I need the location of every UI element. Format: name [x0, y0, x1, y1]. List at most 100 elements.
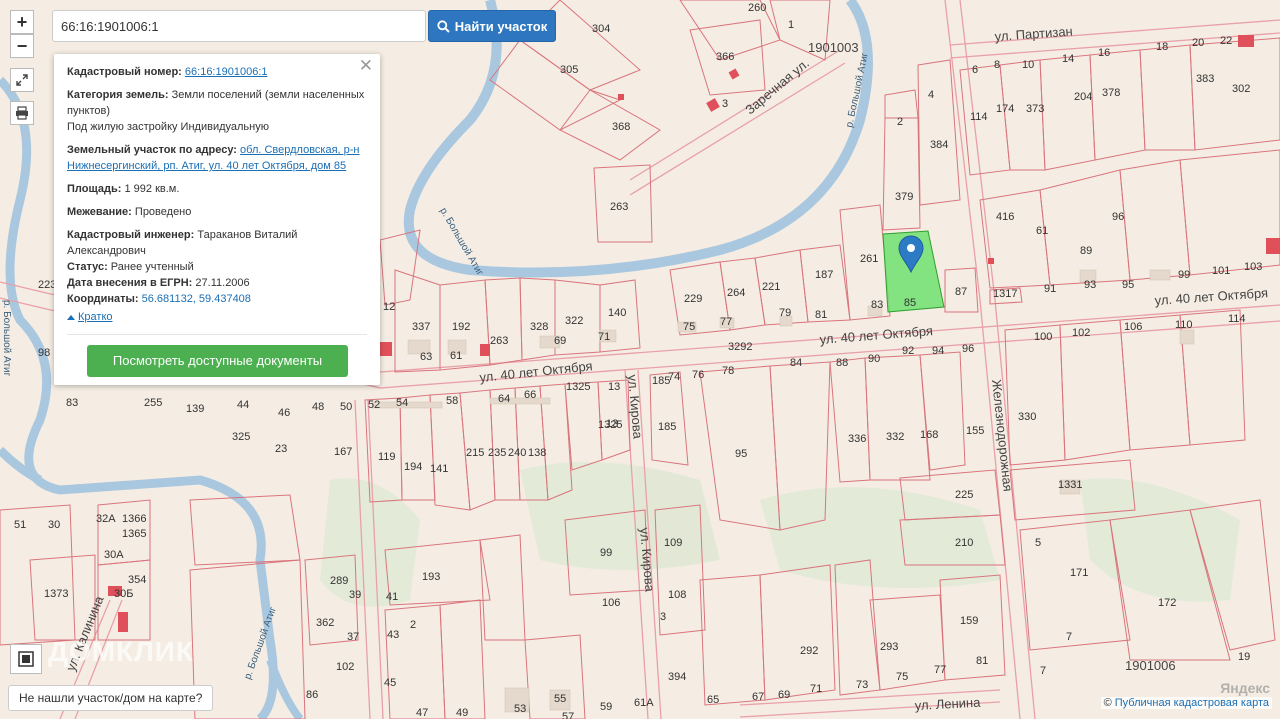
parcel-number: 46 [278, 407, 290, 419]
parcel-number: 167 [334, 446, 352, 458]
print-button[interactable] [10, 101, 34, 125]
parcel-number: 77 [934, 664, 946, 676]
parcel-number: 229 [684, 293, 702, 305]
parcel-number: 83 [66, 397, 78, 409]
parcel-number: 221 [762, 281, 780, 293]
parcel-number: 13 [608, 381, 620, 393]
parcel-number: 368 [612, 121, 630, 133]
parcel-number: 52 [368, 399, 380, 411]
cadastral-number-link[interactable]: 66:16:1901006:1 [185, 66, 268, 78]
parcel-number: 1325 [566, 381, 590, 393]
parcel-number: 47 [416, 707, 428, 719]
parcel-number: 74 [668, 371, 680, 383]
parcel-number: 89 [1080, 245, 1092, 257]
search-input[interactable] [52, 10, 426, 42]
copyright: © Публичная кадастровая карта [1100, 697, 1272, 709]
parcel-number: 91 [1044, 283, 1056, 295]
parcel-number: 87 [955, 286, 967, 298]
parcel-number: 75 [683, 321, 695, 333]
parcel-number: 63 [420, 351, 432, 363]
parcel-number: 332 [886, 431, 904, 443]
fullscreen-button[interactable] [10, 68, 34, 92]
parcel-number: 7 [1040, 665, 1046, 677]
parcel-number: 187 [815, 269, 833, 281]
parcel-number: 95 [1122, 279, 1134, 291]
parcel-number: 54 [396, 397, 408, 409]
parcel-number: 3 [660, 611, 666, 623]
parcel-number: 185 [658, 421, 676, 433]
parcel-number: 78 [722, 365, 734, 377]
parcel-number: 8 [994, 59, 1000, 71]
land-category-label: Категория земель: [67, 89, 169, 101]
parcel-number: 30 [48, 519, 60, 531]
parcel-number: 2 [897, 116, 903, 128]
parcel-number: 84 [790, 357, 802, 369]
expand-icon [16, 74, 28, 86]
parcel-number: 106 [602, 597, 620, 609]
parcel-number: 322 [565, 315, 583, 327]
parcel-number: 18 [1156, 41, 1168, 53]
parcel-number: 61 [450, 350, 462, 362]
parcel-number: 383 [1196, 73, 1214, 85]
zoom-out-button[interactable]: − [10, 34, 34, 58]
coordinates-value: 56.681132, 59.437408 [141, 293, 251, 305]
parcel-number: 325 [232, 431, 250, 443]
parcel-number: 61 [1036, 225, 1048, 237]
find-parcel-label: Найти участок [454, 18, 548, 34]
cadastral-map-link[interactable]: Публичная кадастровая карта [1115, 697, 1269, 709]
parcel-number: 3292 [728, 341, 752, 353]
parcel-number: 99 [1178, 269, 1190, 281]
parcel-number: 235 [488, 447, 506, 459]
parcel-number: 1317 [993, 288, 1017, 300]
parcel-number: 354 [128, 574, 146, 586]
parcel-number: 240 [508, 447, 526, 459]
parcel-number: 39 [349, 589, 361, 601]
parcel-number: 69 [778, 689, 790, 701]
parcel-number: 225 [955, 489, 973, 501]
parcel-number: 75 [896, 671, 908, 683]
find-parcel-button[interactable]: Найти участок [428, 10, 556, 42]
parcel-number: 114 [1228, 313, 1246, 325]
collapse-link[interactable]: Кратко [67, 309, 113, 325]
parcel-number: 102 [1072, 327, 1090, 339]
zoom-in-button[interactable]: + [10, 10, 34, 34]
parcel-number: 58 [446, 395, 458, 407]
parcel-number: 92 [902, 345, 914, 357]
close-icon[interactable]: ✕ [359, 57, 373, 74]
parcel-number: 53 [514, 703, 526, 715]
parcel-number: 59 [600, 701, 612, 713]
parcel-number: 55 [554, 693, 566, 705]
parcel-number: 1 [788, 19, 794, 31]
status-label: Статус: [67, 261, 108, 273]
parcel-number: 32А [96, 513, 116, 525]
parcel-number: 362 [316, 617, 334, 629]
parcel-number: 65 [707, 694, 719, 706]
parcel-number: 79 [779, 307, 791, 319]
parcel-number: 138 [528, 447, 546, 459]
parcel-number: 5 [1035, 537, 1041, 549]
caret-up-icon [67, 315, 75, 320]
not-found-button[interactable]: Не нашли участок/дом на карте? [8, 685, 214, 711]
parcel-number: 22 [1220, 35, 1232, 47]
parcel-number: 159 [960, 615, 978, 627]
parcel-number: 304 [592, 23, 610, 35]
parcel-number: 96 [1112, 211, 1124, 223]
parcel-number: 193 [422, 571, 440, 583]
parcel-number: 19 [1238, 651, 1250, 663]
parcel-number: 12 [383, 301, 395, 313]
registry-date-value: 27.11.2006 [195, 277, 250, 289]
collapse-label: Кратко [78, 311, 113, 323]
parcel-number: 416 [996, 211, 1014, 223]
parcel-number: 289 [330, 575, 348, 587]
registry-date-label: Дата внесения в ЕГРН: [67, 277, 193, 289]
cadastral-number-label: Кадастровый номер: [67, 66, 182, 78]
parcel-number: 100 [1034, 331, 1052, 343]
parcel-number: 302 [1232, 83, 1250, 95]
parcel-number: 86 [306, 689, 318, 701]
parcel-number: 215 [466, 447, 484, 459]
parcel-number: 14 [1062, 53, 1074, 65]
parcel-number: 94 [932, 345, 944, 357]
view-documents-button[interactable]: Посмотреть доступные документы [87, 345, 348, 377]
parcel-number: 61А [634, 697, 654, 709]
layers-button[interactable] [10, 644, 42, 674]
